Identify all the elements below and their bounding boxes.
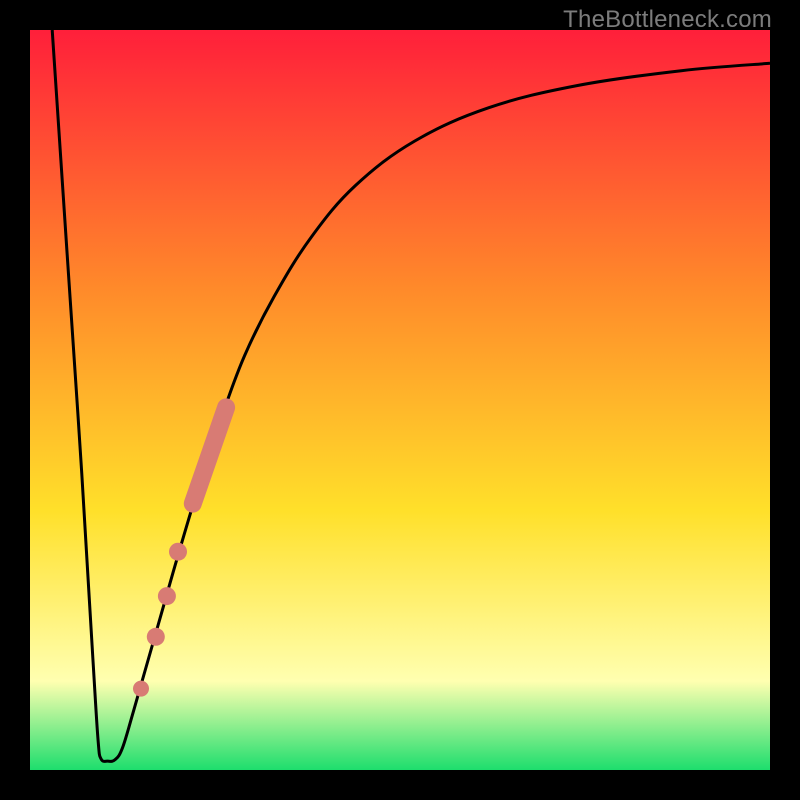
gradient-background: [30, 30, 770, 770]
chart-frame: TheBottleneck.com: [0, 0, 800, 800]
highlight-dot: [169, 543, 187, 561]
plot-area: [30, 30, 770, 770]
highlight-dot: [147, 628, 165, 646]
highlight-dot: [133, 681, 149, 697]
chart-svg: [30, 30, 770, 770]
highlight-dot: [158, 587, 176, 605]
